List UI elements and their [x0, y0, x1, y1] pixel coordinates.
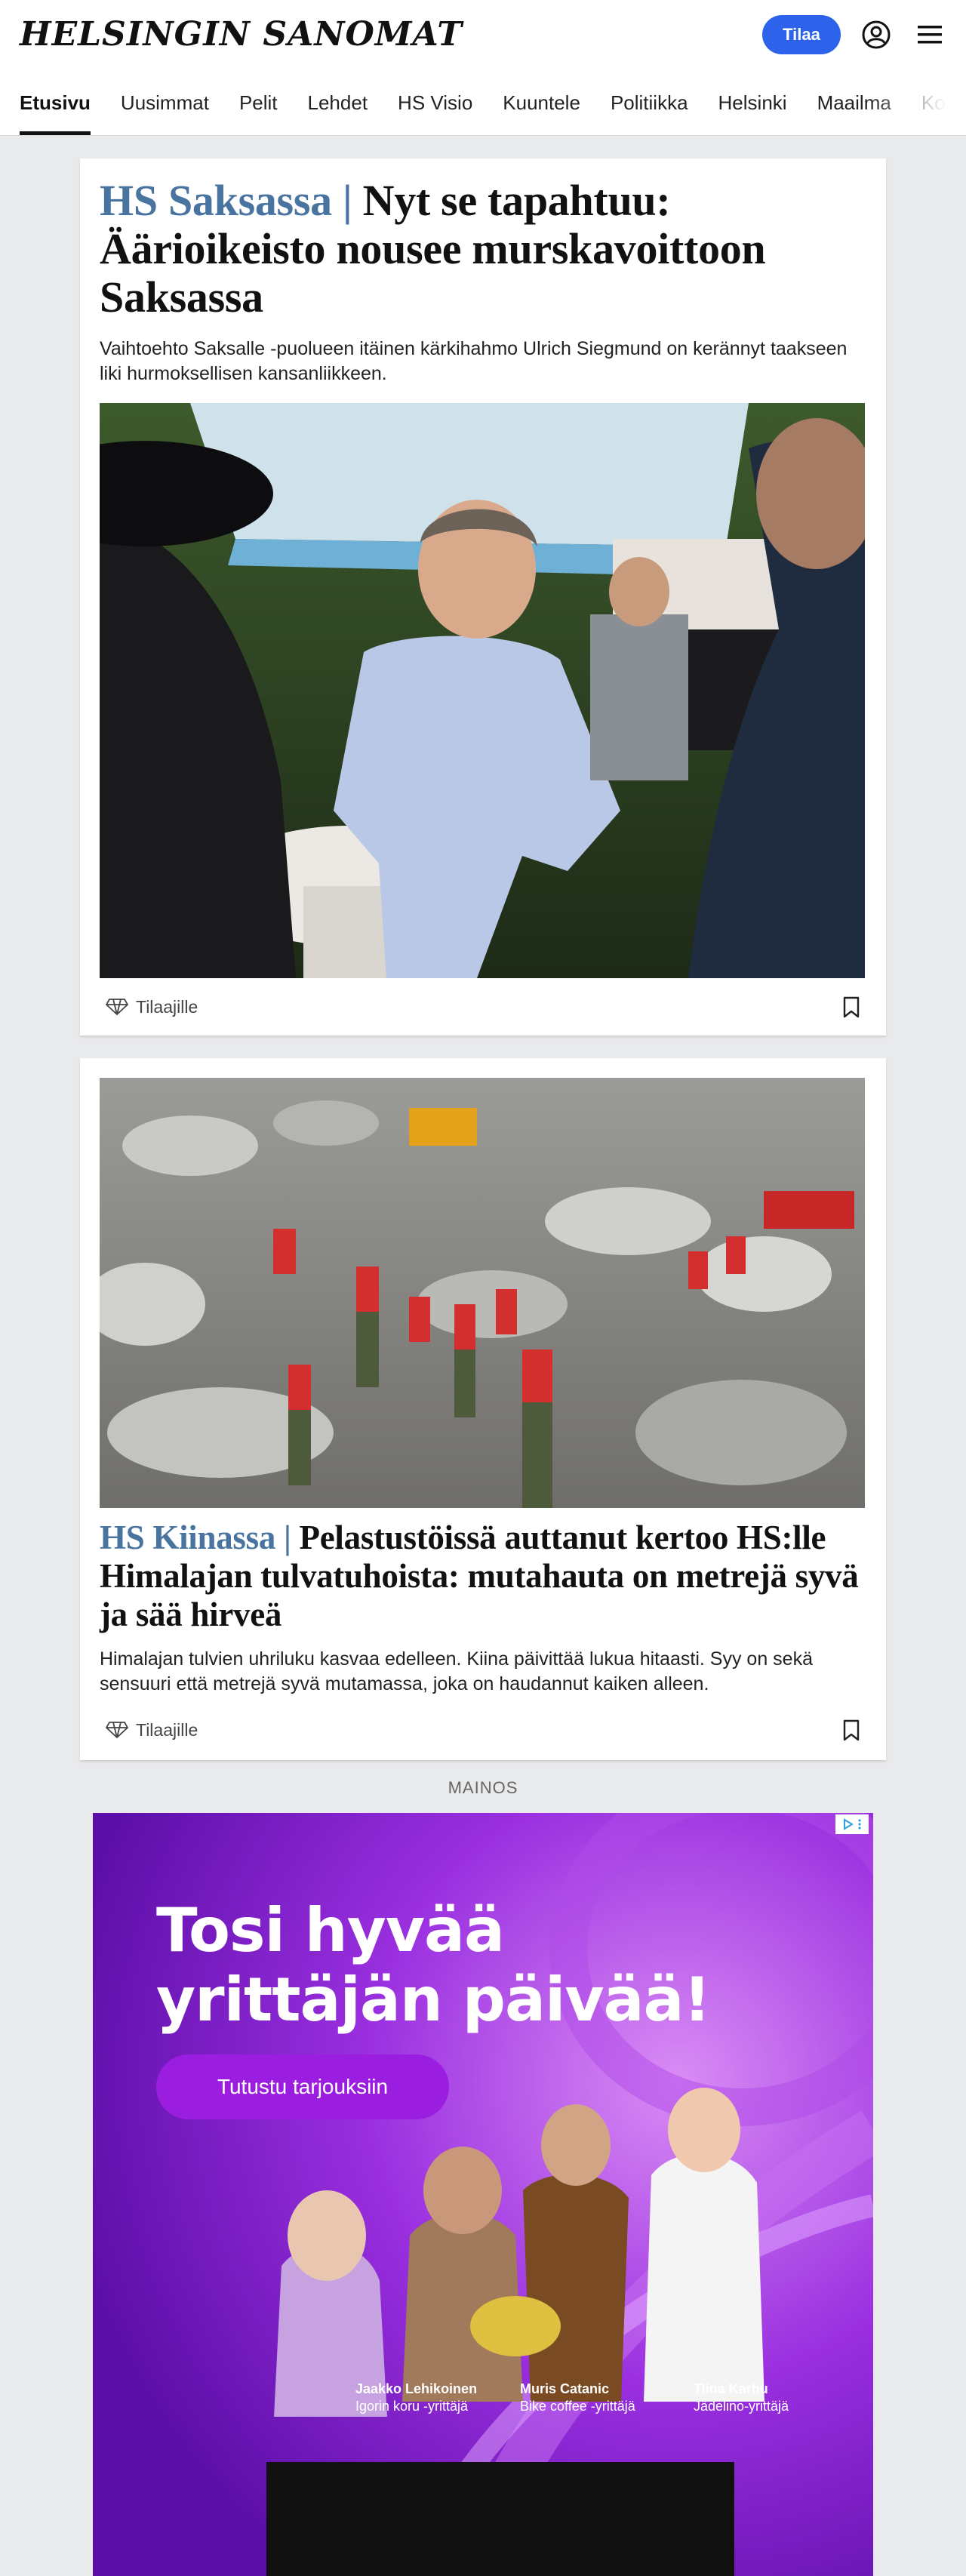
nav-item-kuuntele[interactable]: Kuuntele — [488, 69, 595, 135]
nav-item-helsinki[interactable]: Helsinki — [703, 69, 802, 135]
article-meta: Tilaajille — [100, 1716, 865, 1743]
menu-icon[interactable] — [915, 23, 945, 47]
top-bar: HELSINGIN SANOMAT Tilaa — [0, 0, 966, 69]
advertisement[interactable]: Tosi hyvää yrittäjän päivää! Tutustu tar… — [93, 1813, 873, 2576]
ad-person-name: Tiina Karhu — [694, 2381, 768, 2396]
ad-person-role: Jädelino-yrittäjä — [694, 2399, 789, 2414]
article-card[interactable]: HS Kiinassa | Pelastustöissä auttanut ke… — [80, 1058, 886, 1760]
article-lead: Himalajan tulvien uhriluku kasvaa edelle… — [100, 1648, 813, 1694]
bookmark-icon[interactable] — [842, 1719, 860, 1742]
ad-person-caption: Tiina Karhu Jädelino-yrittäjä — [694, 2381, 789, 2415]
article-headline[interactable]: HS Kiinassa | Pelastustöissä auttanut ke… — [100, 1519, 869, 1634]
article-lead: Vaihtoehto Saksalle -puolueen itäinen kä… — [100, 338, 848, 384]
nav-item-politiikka[interactable]: Politiikka — [595, 69, 703, 135]
article-meta: Tilaajille — [100, 993, 865, 1020]
subscribe-button[interactable]: Tilaa — [762, 15, 841, 54]
ad-person-role: Igorin koru -yrittäjä — [355, 2399, 469, 2414]
nav-item-hs-visio[interactable]: HS Visio — [383, 69, 488, 135]
nav-item-lehdet[interactable]: Lehdet — [293, 69, 383, 135]
site-logo[interactable]: HELSINGIN SANOMAT — [20, 14, 463, 56]
diamond-icon — [106, 999, 128, 1015]
ad-label: MAINOS — [448, 1778, 518, 1797]
nav-item-etusivu[interactable]: Etusivu — [0, 69, 106, 135]
bookmark-icon[interactable] — [842, 996, 860, 1019]
ad-person-name: Jaakko Lehikoinen — [355, 2381, 478, 2396]
article-kicker: HS Saksassa | — [100, 176, 352, 225]
ad-person-caption: Jaakko Lehikoinen Igorin koru -yrittäjä — [355, 2381, 477, 2415]
diamond-icon — [106, 1722, 128, 1738]
article-card[interactable]: HS Saksassa | Nyt se tapahtuu: Äärioikei… — [80, 158, 886, 1036]
nav-item-uusimmat[interactable]: Uusimmat — [106, 69, 224, 135]
nav-fade — [868, 69, 966, 135]
article-photo[interactable] — [100, 1078, 865, 1508]
ad-person-name: Muris Catanic — [520, 2381, 610, 2396]
article-headline[interactable]: HS Saksassa | Nyt se tapahtuu: Äärioikei… — [100, 177, 854, 322]
nav-item-pelit[interactable]: Pelit — [224, 69, 293, 135]
nav-list: Etusivu Uusimmat Pelit Lehdet HS Visio K… — [0, 69, 961, 135]
subscriber-label: Tilaajille — [136, 996, 198, 1017]
section-nav: Etusivu Uusimmat Pelit Lehdet HS Visio K… — [0, 69, 966, 136]
account-icon[interactable] — [861, 20, 891, 50]
ad-person-caption: Muris Catanic Bike coffee -yrittäjä — [520, 2381, 635, 2415]
ad-person-role: Bike coffee -yrittäjä — [520, 2399, 635, 2414]
ad-people-image — [266, 2088, 764, 2576]
article-kicker: HS Kiinassa | — [100, 1519, 291, 1556]
article-photo[interactable] — [100, 403, 865, 978]
subscriber-label: Tilaajille — [136, 1719, 198, 1740]
